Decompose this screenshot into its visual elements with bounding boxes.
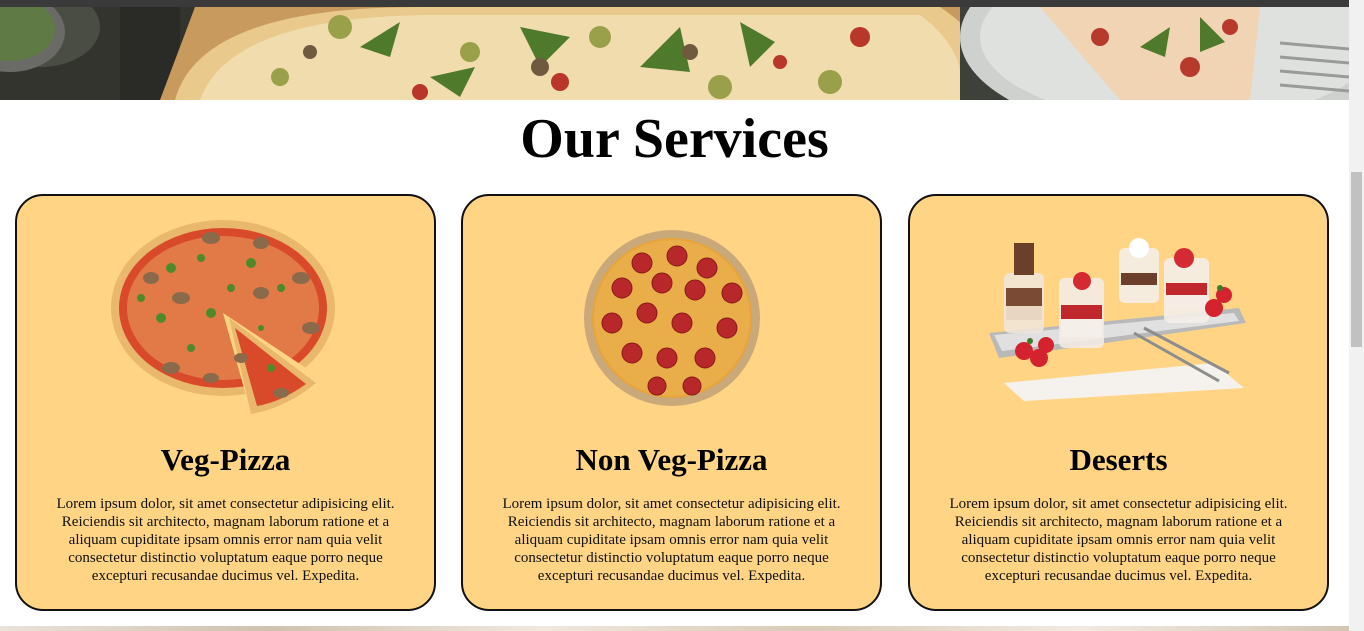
hero-banner-image (0, 7, 1349, 100)
dessert-cups-image (910, 218, 1327, 418)
service-description: Lorem ipsum dolor, sit amet consectetur … (949, 496, 1288, 584)
service-card-veg-pizza: Veg-Pizza Lorem ipsum dolor, sit amet co… (15, 194, 436, 611)
next-section-image-edge (0, 626, 1349, 631)
page-scrollbar[interactable] (1349, 0, 1364, 631)
browser-top-edge (0, 0, 1364, 7)
veg-pizza-image (17, 218, 434, 418)
service-card-non-veg-pizza: Non Veg-Pizza Lorem ipsum dolor, sit ame… (461, 194, 882, 611)
section-title: Our Services (520, 108, 829, 170)
service-title: Veg-Pizza (160, 442, 291, 477)
pepperoni-pizza-image (463, 218, 880, 418)
service-title: Deserts (1069, 442, 1168, 477)
service-description: Lorem ipsum dolor, sit amet consectetur … (502, 496, 841, 584)
service-title: Non Veg-Pizza (575, 442, 768, 477)
scrollbar-thumb[interactable] (1351, 172, 1362, 347)
service-card-deserts: Deserts Lorem ipsum dolor, sit amet cons… (908, 194, 1329, 611)
service-description: Lorem ipsum dolor, sit amet consectetur … (56, 496, 395, 584)
